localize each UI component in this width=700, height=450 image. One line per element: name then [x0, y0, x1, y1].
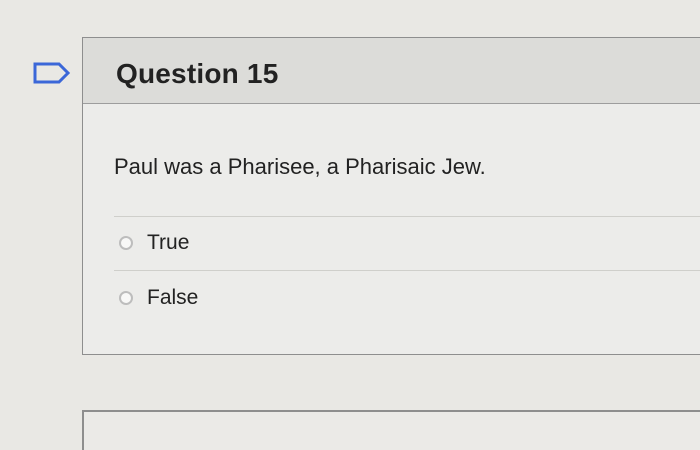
next-question-card	[82, 410, 700, 450]
answer-option-true[interactable]: True	[119, 230, 189, 256]
bookmark-icon-svg	[33, 62, 71, 84]
answer-label-true: True	[147, 231, 190, 254]
question-title: Question 15	[116, 58, 279, 89]
answer-divider-middle	[114, 270, 700, 271]
question-prompt: Paul was a Pharisee, a Pharisaic Jew.	[114, 154, 486, 179]
radio-unselected-icon[interactable]	[119, 236, 133, 250]
radio-unselected-icon[interactable]	[119, 291, 133, 305]
bookmark-icon[interactable]	[33, 62, 71, 84]
quiz-page: { "question": { "title": "Question 15", …	[0, 0, 700, 450]
answer-option-false[interactable]: False	[119, 285, 198, 311]
answer-divider-top	[114, 216, 700, 217]
answer-label-false: False	[147, 286, 199, 309]
question-card: Question 15 Paul was a Pharisee, a Phari…	[82, 37, 700, 355]
question-header: Question 15	[83, 38, 700, 104]
